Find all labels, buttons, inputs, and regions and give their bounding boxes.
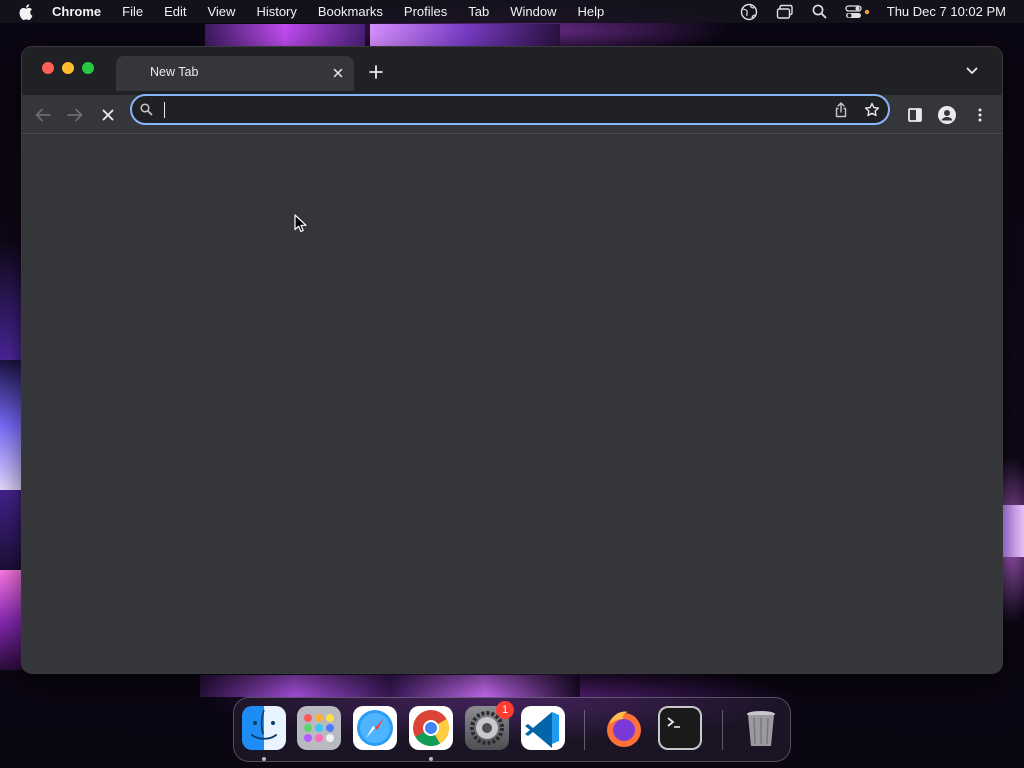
finder-icon[interactable] [242, 706, 286, 750]
menu-bar-clock[interactable]: Thu Dec 7 10:02 PM [887, 4, 1006, 19]
share-icon[interactable] [834, 102, 848, 123]
launchpad-icon[interactable] [297, 706, 341, 750]
menu-help[interactable]: Help [578, 4, 605, 19]
wallpaper-shape [1003, 505, 1024, 557]
window-controls [42, 62, 102, 74]
forward-arrow-icon[interactable] [66, 106, 84, 124]
page-content-area[interactable] [22, 134, 1002, 673]
firefox-icon[interactable] [602, 706, 646, 750]
new-tab-plus-icon[interactable] [366, 62, 386, 82]
finder-running-indicator [262, 757, 266, 761]
menu-kebab-icon[interactable] [971, 106, 989, 124]
menu-bar: Chrome File Edit View History Bookmarks … [0, 0, 1024, 23]
dock-separator [722, 710, 723, 750]
screen-mirroring-icon[interactable] [776, 4, 794, 20]
address-bar[interactable] [130, 94, 890, 125]
menu-view[interactable]: View [207, 4, 235, 19]
wallpaper-shape [0, 570, 22, 670]
menu-history[interactable]: History [256, 4, 296, 19]
text-caret [164, 102, 165, 118]
apple-menu-icon[interactable] [18, 3, 34, 20]
safari-icon[interactable] [353, 706, 397, 750]
tab-search-chevron-down-icon[interactable] [964, 63, 980, 79]
wallpaper-shape [205, 24, 365, 46]
back-arrow-icon[interactable] [34, 106, 52, 124]
trash-icon[interactable] [739, 706, 783, 750]
wallpaper-shape [200, 675, 580, 697]
menu-profiles[interactable]: Profiles [404, 4, 447, 19]
wallpaper-shape [0, 360, 22, 490]
tab-title: New Tab [150, 65, 199, 79]
terminal-icon[interactable] [658, 706, 702, 750]
stop-loading-icon[interactable] [99, 106, 117, 124]
bookmark-star-icon[interactable] [864, 102, 880, 123]
browser-toolbar [22, 94, 1002, 134]
menu-tab[interactable]: Tab [468, 4, 489, 19]
tab-new-tab[interactable]: New Tab [116, 56, 354, 91]
menu-bookmarks[interactable]: Bookmarks [318, 4, 383, 19]
control-center-icon[interactable] [845, 4, 871, 20]
menu-app-name[interactable]: Chrome [52, 4, 101, 19]
zoom-window-button[interactable] [82, 62, 94, 74]
vpn-globe-icon[interactable] [740, 3, 758, 21]
settings-notification-badge: 1 [496, 701, 514, 719]
tab-strip: New Tab [22, 47, 1002, 95]
search-icon [140, 103, 153, 121]
wallpaper-shape [370, 24, 560, 46]
side-panel-icon[interactable] [906, 106, 924, 124]
address-input[interactable] [166, 100, 816, 120]
close-window-button[interactable] [42, 62, 54, 74]
dock: 1 [233, 697, 791, 762]
dock-separator [584, 710, 585, 750]
menu-edit[interactable]: Edit [164, 4, 186, 19]
minimize-window-button[interactable] [62, 62, 74, 74]
spotlight-search-icon[interactable] [812, 4, 827, 19]
menu-file[interactable]: File [122, 4, 143, 19]
menu-window[interactable]: Window [510, 4, 556, 19]
profile-avatar-icon[interactable] [938, 106, 956, 124]
mouse-pointer-icon [294, 214, 307, 238]
chrome-icon[interactable] [409, 706, 453, 750]
chrome-running-indicator [429, 757, 433, 761]
tab-close-icon[interactable] [330, 65, 346, 81]
vscode-icon[interactable] [521, 706, 565, 750]
browser-window: New Tab [22, 47, 1002, 673]
